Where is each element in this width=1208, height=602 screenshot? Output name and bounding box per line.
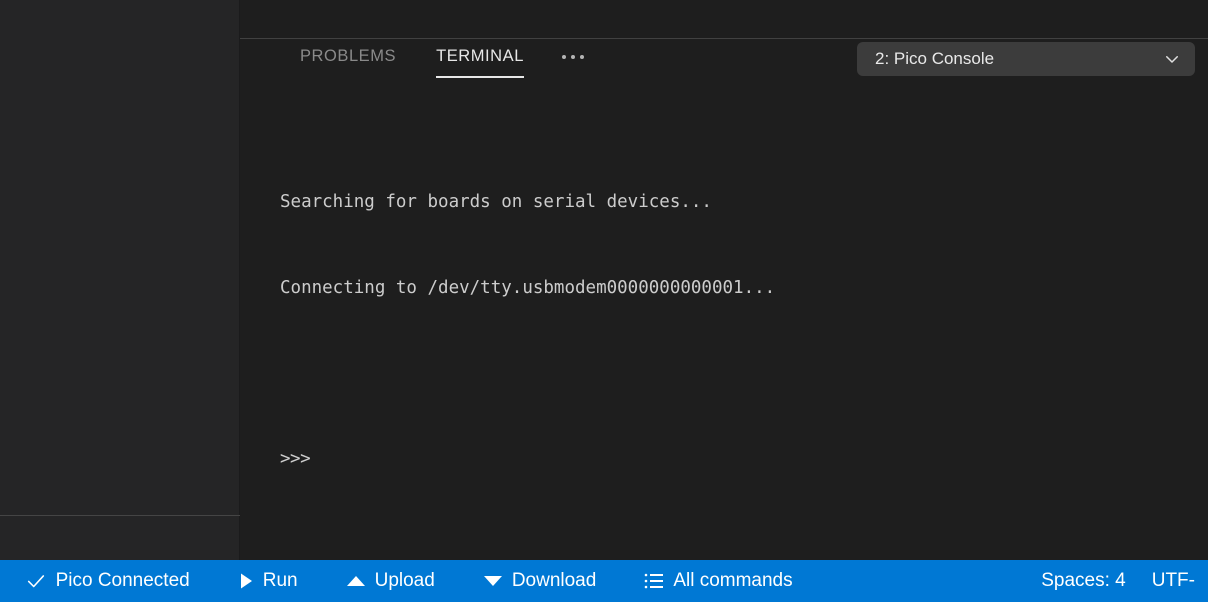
panel-tabs: PROBLEMS TERMINAL [240,39,544,78]
panel-header: PROBLEMS TERMINAL 2: Pico Console [240,39,1208,78]
terminal-output[interactable]: Searching for boards on serial devices..… [280,131,1208,560]
status-item-truncated[interactable]: 0 [0,560,12,602]
terminal-line: Searching for boards on serial devices..… [280,192,712,212]
tab-problems-label: PROBLEMS [300,47,397,65]
status-encoding-label: UTF- [1151,570,1195,591]
status-item-all-commands[interactable]: All commands [631,560,805,602]
status-item-spaces[interactable]: Spaces: 4 [1028,560,1139,602]
sidebar-explorer-area[interactable] [0,0,239,515]
tab-terminal[interactable]: TERMINAL [416,39,544,78]
check-icon [25,570,47,592]
status-bar: 0 Pico Connected Run [0,560,1208,602]
status-download-label: Download [511,570,597,591]
status-item-upload[interactable]: Upload [333,560,448,602]
tab-terminal-label: TERMINAL [436,47,524,65]
status-pico-connected-label: Pico Connected [55,570,190,591]
chevron-down-icon [1166,56,1178,63]
vscode-window: PROBLEMS TERMINAL 2: Pico Console Search… [0,0,1208,602]
terminal-prompt: >>> [280,448,311,469]
status-run-label: Run [262,570,298,591]
sidebar [0,0,240,560]
ellipsis-icon[interactable] [544,39,602,74]
ellipsis-dot [570,54,575,59]
terminal-line: Connecting to /dev/tty.usbmodem000000000… [280,277,776,298]
tab-problems[interactable]: PROBLEMS [280,39,416,74]
triangle-down-icon [483,574,503,588]
status-item-encoding[interactable]: UTF- [1139,560,1208,602]
status-item-run[interactable]: Run [225,560,311,602]
sidebar-lower-section[interactable] [0,516,239,560]
status-all-commands-label: All commands [673,570,793,591]
status-bar-right: Spaces: 4 UTF- [1028,560,1208,602]
status-spaces-label: Spaces: 4 [1041,570,1126,591]
status-bar-left: 0 Pico Connected Run [0,560,1028,602]
ellipsis-dot [579,54,584,59]
list-icon [644,572,664,590]
play-icon [238,572,254,590]
bottom-panel: PROBLEMS TERMINAL 2: Pico Console Search… [240,38,1208,560]
status-item-pico-connected[interactable]: Pico Connected [12,560,203,602]
terminal-selector-value: 2: Pico Console [875,49,995,68]
terminal-selector-dropdown[interactable]: 2: Pico Console [857,42,1195,76]
triangle-up-icon [346,574,366,588]
ellipsis-dot [561,54,566,59]
status-item-download[interactable]: Download [470,560,610,602]
status-upload-label: Upload [374,570,435,591]
editor-area [240,0,1208,38]
